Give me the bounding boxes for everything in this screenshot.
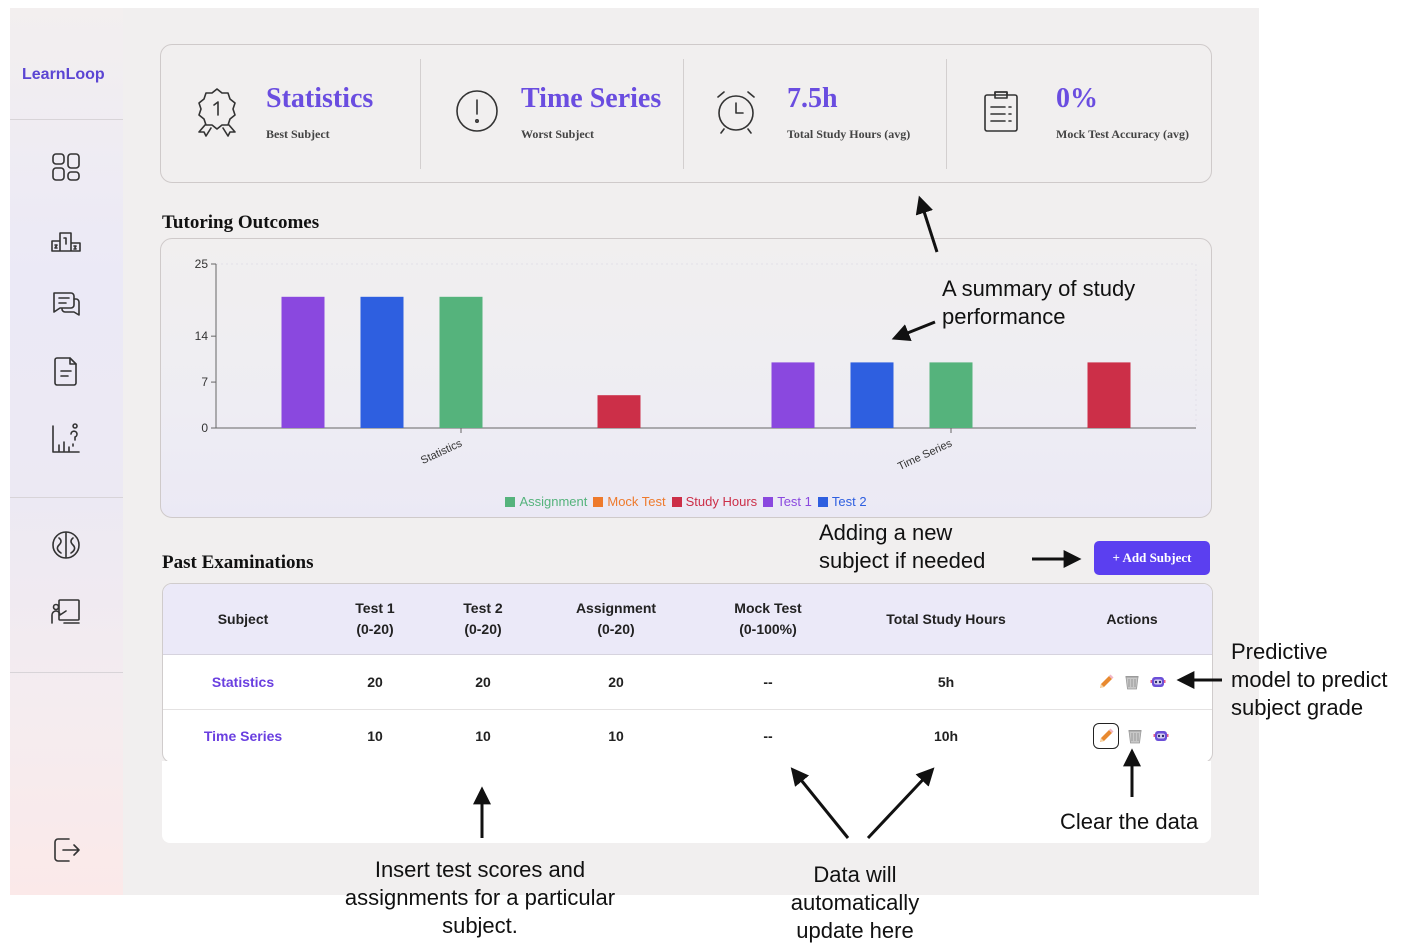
arrow [891,320,936,342]
arrow [915,195,939,253]
arrow [866,767,935,840]
arrow-group [473,195,1222,840]
annotation-arrows [473,195,1222,840]
arrow [790,767,850,839]
